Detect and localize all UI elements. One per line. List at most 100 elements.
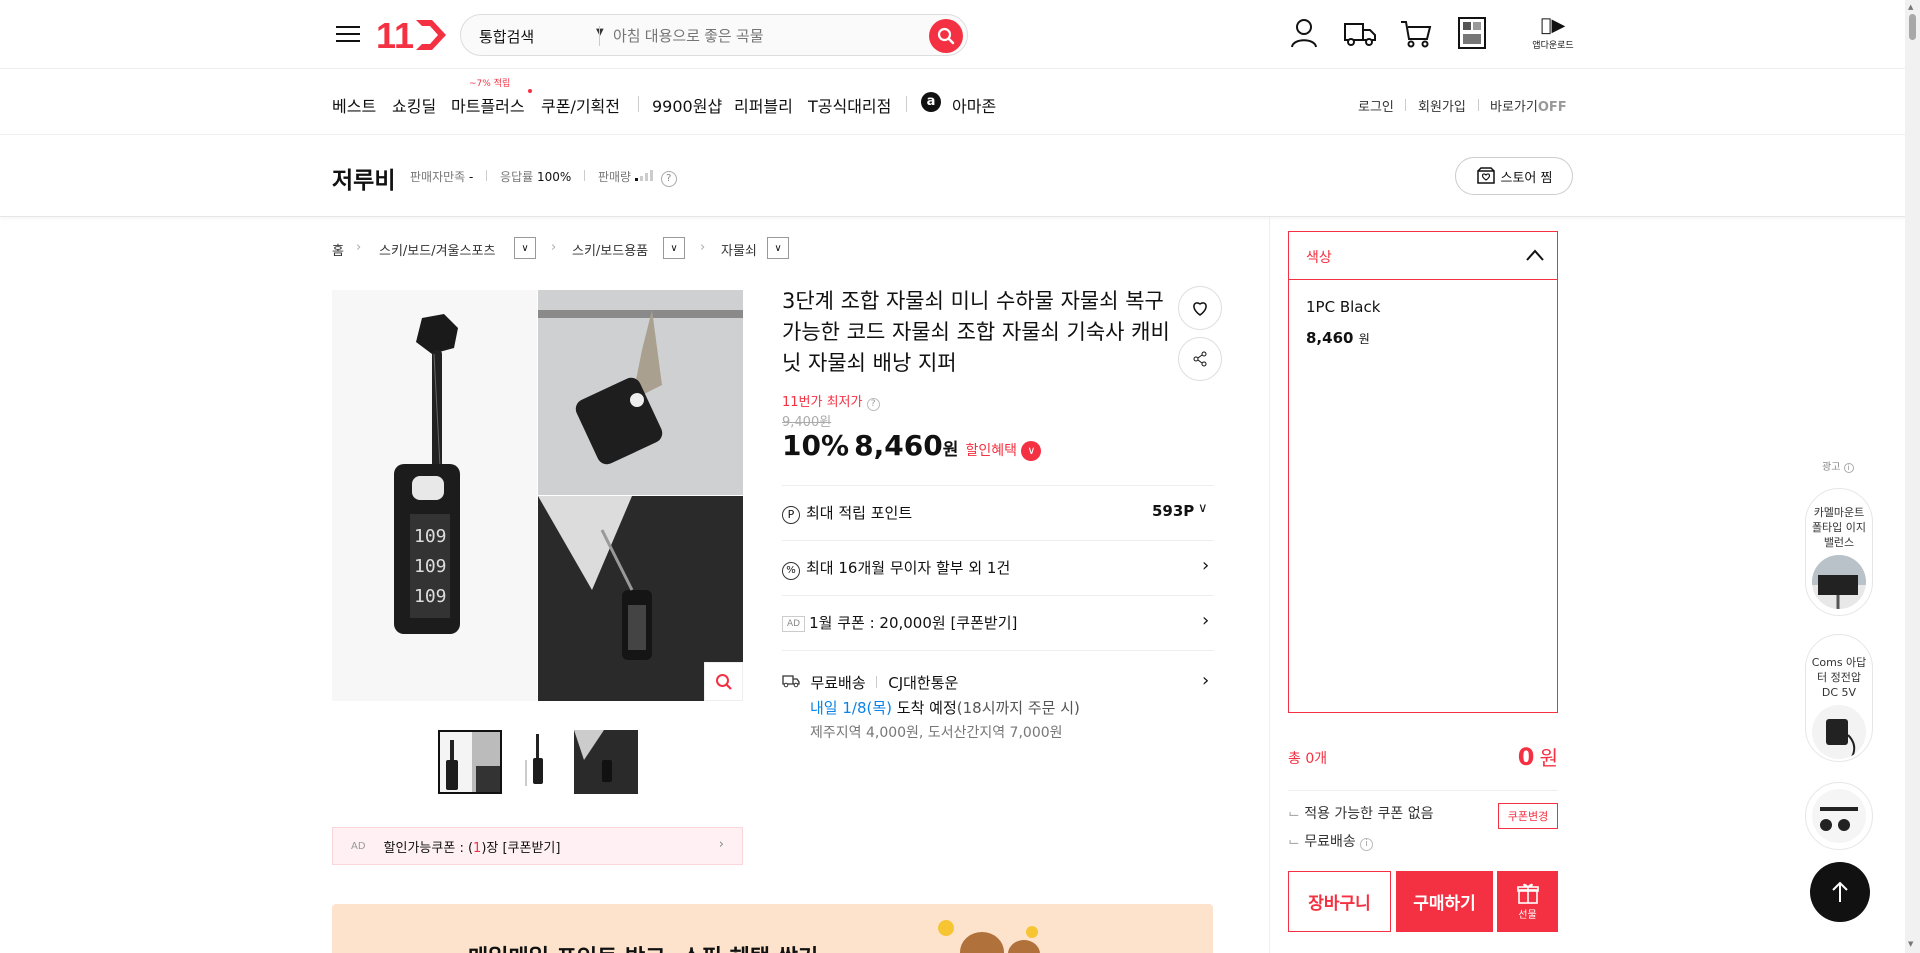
nav-item-best[interactable]: 베스트 [332,93,376,117]
my-page-icon[interactable] [1290,18,1318,52]
nav-item-mart-plus[interactable]: 마트플러스 [451,93,525,117]
product-main-image[interactable]: 109 109 109 [332,290,743,701]
help-icon[interactable]: ? [660,171,677,187]
scrollbar-thumb[interactable] [1909,14,1916,40]
delivery-truck-icon[interactable] [1343,20,1377,52]
option-item-name[interactable]: 1PC Black [1306,298,1380,316]
breadcrumb-cat3[interactable]: 자물쇠 [721,240,757,259]
search-scope-select[interactable]: 통합검색 ▼ [479,26,604,47]
option-item-unit: 원 [1358,332,1370,346]
shipping-row[interactable]: 무료배송 CJ대한통운 › [782,670,1214,693]
nav-item-refurb[interactable]: 리퍼블리 [734,93,793,117]
discount-benefit-link[interactable]: 할인혜택 ∨ [965,441,1042,461]
promo-banner[interactable]: 매일매일 포인트 받고, 쇼핑 혜택 쌓기 [332,904,1213,953]
util-divider [1478,99,1479,111]
app-download-label: 앱다운로드 [1532,41,1574,51]
ad-tag: AD [782,616,806,632]
sale-price: 8,460 [854,429,943,462]
sales-label: 판매량 [597,170,632,184]
info-icon[interactable]: i [1843,463,1854,473]
side-ad-3[interactable] [1805,782,1873,850]
cart-button[interactable]: 장바구니 [1288,871,1391,932]
login-link[interactable]: 로그인 [1358,96,1394,115]
points-label: 최대 적립 포인트 [806,504,913,522]
info-icon[interactable]: i [1360,838,1374,851]
chevron-down-icon: ∨ [670,242,678,254]
chevron-down-icon: ∨ [521,242,529,254]
breadcrumb-cat3-dropdown[interactable]: ∨ [767,237,789,259]
points-value: 593P [1152,502,1195,520]
coupon-row[interactable]: AD 1월 쿠폰 : 20,000원 [쿠폰받기] › [782,610,1214,633]
side-ad-1-image [1812,555,1866,609]
buy-button[interactable]: 구매하기 [1396,871,1493,932]
nav-item-9900[interactable]: 9900원샵 [652,93,722,117]
help-icon[interactable]: ? [866,398,880,411]
thumbnail-1[interactable] [438,730,502,794]
gift-button[interactable]: 선물 [1497,871,1558,932]
recent-viewed-icon[interactable] [1458,17,1486,53]
search-input[interactable] [613,23,913,49]
coupon-banner[interactable]: AD 할인가능쿠폰 : (1)장 [쿠폰받기] › [332,827,743,865]
thumbnail-3[interactable] [574,730,638,794]
breadcrumb-cat1-dropdown[interactable]: ∨ [514,237,536,259]
nav-item-coupon[interactable]: 쿠폰/기획전 [541,93,620,117]
signup-link[interactable]: 회원가입 [1418,96,1466,115]
wishlist-button[interactable] [1178,286,1222,330]
side-ad-1[interactable]: 카멜마운트 폴타입 이지밸런스 [1805,488,1873,616]
side-ad-2[interactable]: Coms 아답터 정전압 DC 5V [1805,634,1873,762]
arrival-info: 내일 1/8(목) 도착 예정(18시까지 주문 시) [810,697,1242,718]
total-count: 총 0개 [1288,751,1328,767]
shortcut-label: 바로가기 [1490,100,1538,115]
arrival-note: (18시까지 주문 시) [956,699,1080,717]
satisfaction-label: 판매자만족 [410,170,466,184]
option-header[interactable]: 색상 [1289,232,1557,280]
search-bar: 통합검색 ▼ [460,14,968,56]
arrow-up-icon [1832,881,1848,902]
discount-benefit-label: 할인혜택 [965,443,1017,459]
store-favorite-button[interactable]: 스토어 찜 [1455,157,1573,195]
zoom-button[interactable] [704,662,743,701]
scroll-up-arrow[interactable]: ▲ [1908,3,1913,11]
thumbnail-2[interactable] [506,730,570,794]
nav-item-shocking-deal[interactable]: 쇼킹딜 [392,93,436,117]
side-ad-label: 광고 i [1822,458,1854,473]
coupon-text: 1월 쿠폰 : 20,000원 [쿠폰받기] [809,614,1018,632]
store-name[interactable]: 저루비 [332,161,395,195]
discount-rate: 10% [782,429,850,462]
coupon-status-text: 적용 가능한 쿠폰 없음 [1304,806,1434,822]
logo[interactable]: 11 [376,14,448,56]
app-download-link[interactable]: ▶ 앱다운로드 [1530,15,1576,52]
promo-banner-text: 매일매일 포인트 받고, 쇼핑 혜택 쌓기 [468,940,818,953]
installment-row[interactable]: % 최대 16개월 무이자 할부 외 1건 › [782,555,1214,580]
free-shipping-status: ⌙ 무료배송 i [1288,831,1374,851]
breadcrumb-home[interactable]: 홈 [332,240,344,259]
lowest-price-text: 11번가 최저가 [782,395,863,410]
page-scrollbar[interactable]: ▲ ▼ [1905,0,1920,953]
breadcrumb-cat2[interactable]: 스키/보드용품 [572,240,648,259]
breadcrumb-cat2-dropdown[interactable]: ∨ [663,237,685,259]
apple-play-icon: ▶ [1541,15,1566,36]
scroll-top-button[interactable] [1810,862,1870,922]
search-button[interactable] [929,19,963,53]
points-row[interactable]: P 최대 적립 포인트 593P ∨ [782,501,1214,524]
shortcut-toggle[interactable]: 바로가기OFF [1490,96,1567,115]
scroll-down-arrow[interactable]: ▼ [1908,940,1913,948]
util-divider [1405,99,1406,111]
cart-icon[interactable] [1400,19,1432,53]
menu-icon[interactable] [336,21,360,47]
coupon-change-button[interactable]: 쿠폰변경 [1498,803,1558,829]
sales-bars-icon [634,170,657,184]
option-header-label: 색상 [1306,250,1332,266]
chevron-up-icon [1526,249,1544,261]
response-label: 응답률 [500,170,534,184]
arrival-date: 내일 1/8(목) [810,699,893,717]
truck-icon [782,675,804,692]
share-button[interactable] [1178,337,1222,381]
nav-item-amazon[interactable]: 아마존 [952,93,996,117]
coupon-banner-prefix: 할인가능쿠폰 : ( [383,840,474,856]
chevron-right-icon: › [1202,670,1210,691]
nav-item-t-official[interactable]: T공식대리점 [808,93,891,117]
breadcrumb-cat1[interactable]: 스키/보드/겨울스포츠 [379,240,495,259]
satisfaction-value: - [469,170,474,184]
store-favorite-label: 스토어 찜 [1500,170,1553,186]
